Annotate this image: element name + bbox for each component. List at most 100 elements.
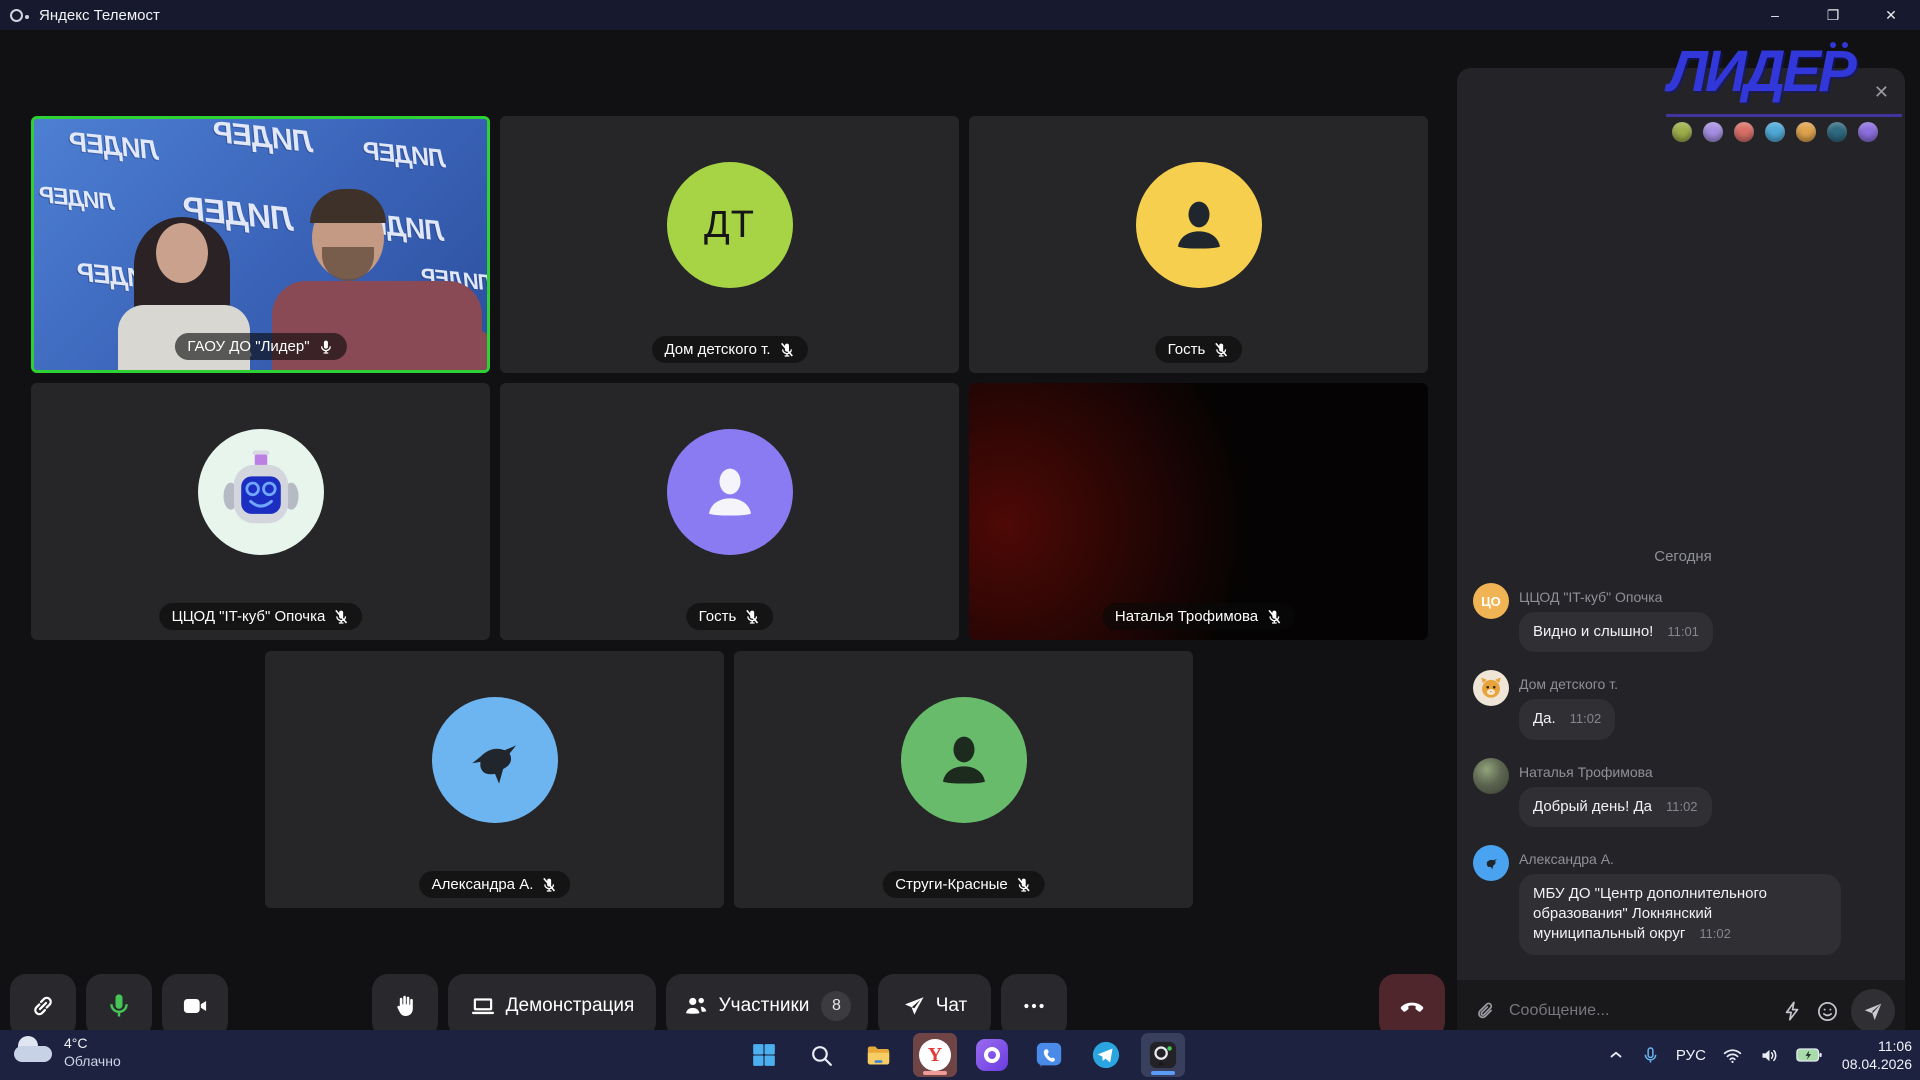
participant-name: Наталья Трофимова [1115,608,1258,625]
chat-message-list[interactable]: Сегодня ЦО ЦЦОД "IT-куб" Опочка Видно и … [1473,548,1893,976]
camera-button[interactable] [162,974,228,1038]
folder-icon [865,1042,892,1069]
avatar [1136,162,1262,288]
message-bubble: Да.11:02 [1519,699,1615,739]
close-button[interactable]: ✕ [1862,0,1920,30]
paper-plane-icon [902,994,926,1018]
send-button[interactable] [1851,989,1895,1033]
weather-condition: Облачно [64,1052,121,1070]
microphone-button[interactable] [86,974,152,1038]
participant-name-badge: Струги-Красные [882,871,1045,898]
bird-avatar [1473,845,1509,881]
running-indicator [1151,1071,1175,1075]
participant-name-badge: ЦЦОД "IT-куб" Опочка [159,603,363,630]
hand-icon [392,993,418,1019]
participant-name: Гость [699,608,737,625]
file-explorer-button[interactable] [856,1033,900,1077]
telemost-icon [1148,1040,1178,1070]
weather-widget[interactable]: 4°C Облачно [14,1034,121,1070]
sticker-olive-icon [1672,122,1692,142]
telegram-button[interactable] [1084,1033,1128,1077]
volume-icon[interactable] [1759,1045,1780,1066]
minimize-button[interactable]: – [1746,0,1804,30]
video-tile-gaou-lider[interactable]: ЛИДЕР ЛИДЕР ЛИДЕР ЛИДЕР ЛИДЕР ЛИДЕР ЛИДЕ… [31,116,490,373]
tray-date: 08.04.2026 [1842,1055,1912,1073]
chat-button[interactable]: Чат [878,974,991,1038]
video-tile-guest-1[interactable]: Гость [969,116,1428,373]
windows-icon [751,1042,777,1068]
messenger-button[interactable] [970,1033,1014,1077]
chat-message: ЦО ЦЦОД "IT-куб" Опочка Видно и слышно!1… [1473,581,1893,652]
maximize-button[interactable]: ❐ [1804,0,1862,30]
bird-icon [1480,852,1502,874]
chat-message: Александра А. МБУ ДО "Центр дополнительн… [1473,843,1893,955]
message-bubble: МБУ ДО "Центр дополнительного образовани… [1519,874,1841,955]
video-tile-strugi-krasnye[interactable]: Струги-Красные [734,651,1193,908]
phone-down-icon [1397,991,1427,1021]
video-tile-guest-2[interactable]: Гость [500,383,959,640]
telemost-logo-icon [10,9,23,22]
participant-name-badge: Наталья Трофимова [1102,603,1295,630]
search-button[interactable] [799,1033,843,1077]
participant-name-badge: Александра А. [419,871,571,898]
more-options-button[interactable] [1001,974,1067,1038]
mic-muted-icon [779,342,795,358]
mic-muted-icon [744,609,760,625]
video-tile-aleksandra[interactable]: Александра А. [265,651,724,908]
search-icon [809,1043,834,1068]
person-icon [929,725,999,795]
mic-muted-icon [541,877,557,893]
raise-hand-button[interactable] [372,974,438,1038]
avatar [901,697,1027,823]
person-icon [1164,190,1234,260]
bird-icon [456,721,534,799]
chat-panel: ✕ Сегодня ЦО ЦЦОД "IT-куб" Опочка Видно … [1457,68,1905,1042]
video-tile-natalya[interactable]: Наталья Трофимова [969,383,1428,640]
attach-icon[interactable] [1475,1000,1497,1022]
tray-mic-icon[interactable] [1641,1046,1660,1065]
lider-logo-text: ЛИДЕР [1668,39,1854,104]
avatar [667,429,793,555]
sticker-blue-icon [1765,122,1785,142]
quick-reply-icon[interactable] [1782,1000,1804,1022]
sticker-orange-icon [1796,122,1816,142]
telegram-icon [1091,1040,1121,1070]
wifi-icon[interactable] [1722,1045,1743,1066]
message-time: 11:01 [1667,624,1699,639]
message-text: МБУ ДО "Центр дополнительного образовани… [1533,885,1767,943]
calls-app-button[interactable] [1027,1033,1071,1077]
participants-button[interactable]: Участники 8 [666,974,868,1038]
start-button[interactable] [742,1033,786,1077]
yandex-browser-button[interactable]: Y [913,1033,957,1077]
taskbar-clock[interactable]: 11:06 08.04.2026 [1842,1037,1912,1073]
copy-link-button[interactable] [10,974,76,1038]
day-divider: Сегодня [1473,548,1893,565]
video-tile-dom-detskogo[interactable]: ДТ Дом детского т. [500,116,959,373]
end-call-button[interactable] [1379,974,1445,1038]
sticker-teal-icon [1827,122,1847,142]
video-tile-it-cube[interactable]: ЦЦОД "IT-куб" Опочка [31,383,490,640]
participant-name: ГАОУ ДО "Лидер" [187,338,309,355]
sticker-violet-icon [1858,122,1878,142]
windows-taskbar: 4°C Облачно Y [0,1030,1920,1080]
avatar [1473,670,1509,706]
message-author: Дом детского т. [1519,668,1893,692]
emoji-icon[interactable] [1816,1000,1839,1023]
participants-count-badge: 8 [821,991,851,1021]
lider-logo-dots [1830,42,1848,48]
battery-icon[interactable] [1796,1045,1822,1065]
cloud-icon [14,1044,54,1068]
video-feed-dark [969,383,1428,640]
link-icon [30,993,56,1019]
mic-muted-icon [1016,877,1032,893]
telemost-app-button[interactable] [1141,1033,1185,1077]
language-indicator[interactable]: РУС [1676,1047,1706,1064]
message-bubble: Видно и слышно!11:01 [1519,612,1713,652]
message-input[interactable] [1509,1002,1770,1020]
telemost-window: Яндекс Телемост – ❐ ✕ ЛИДЕР ЛИДЕР ЛИДЕР … [0,0,1920,1080]
share-screen-button[interactable]: Демонстрация [448,974,656,1038]
robot-icon [211,442,311,542]
participant-name: Струги-Красные [895,876,1008,893]
person-icon [695,457,765,527]
tray-chevron-icon[interactable] [1607,1046,1625,1064]
